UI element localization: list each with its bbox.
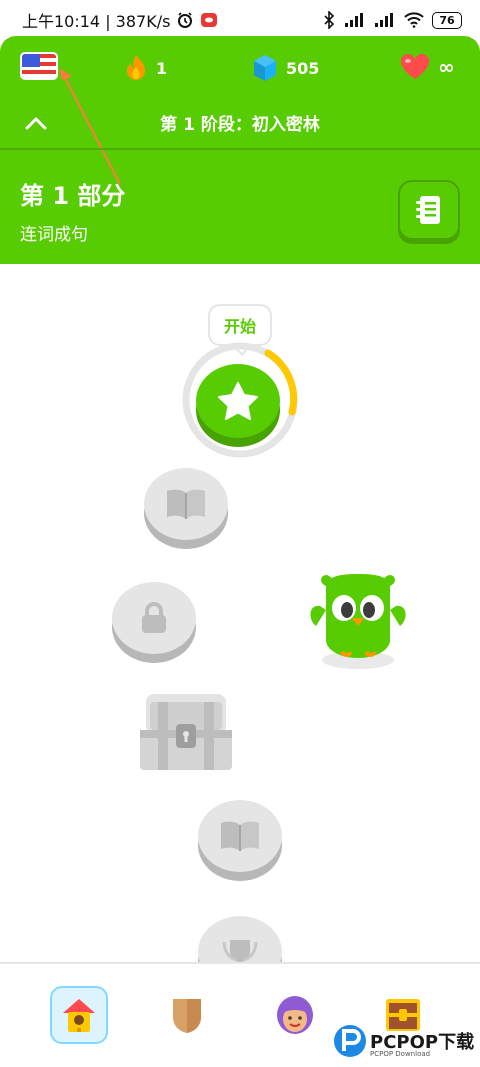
us-flag-icon[interactable] <box>20 52 58 80</box>
unit-banner: 第 1 部分 连词成句 <box>0 152 480 264</box>
alarm-icon <box>178 12 193 28</box>
hearts-value: ∞ <box>438 55 455 79</box>
heart-icon <box>400 54 430 79</box>
unit-title: 第 1 部分 <box>20 182 126 210</box>
course-header: 1 505 ∞ 第 1 阶段：初入密林 第 1 部分 连词成句 <box>0 36 480 264</box>
star-icon <box>218 382 258 420</box>
unit-subtitle: 连词成句 <box>20 225 88 245</box>
signal-icon-2 <box>375 13 393 27</box>
wifi-icon <box>404 12 424 28</box>
app-screen: 上午10:14 | 387K/s 76 1 505 ∞ 第 1 阶段：初入密林 … <box>0 0 480 1067</box>
notebook-icon <box>416 196 440 224</box>
lock-icon <box>142 602 166 633</box>
signal-icon <box>345 13 363 27</box>
section-bar[interactable]: 第 1 阶段：初入密林 <box>0 96 480 150</box>
section-title: 第 1 阶段：初入密林 <box>160 114 320 135</box>
status-right: 76 <box>322 11 462 29</box>
bluetooth-icon <box>324 11 335 29</box>
lesson-node-book-2[interactable] <box>198 800 282 872</box>
duo-owl-mascot <box>310 574 406 669</box>
tab-profile[interactable] <box>266 986 324 1044</box>
lesson-node-book-1[interactable] <box>144 468 228 540</box>
book-icon <box>221 821 259 851</box>
streak-stat[interactable]: 1 <box>124 54 167 82</box>
status-left: 上午10:14 | 387K/s <box>22 8 322 32</box>
gems-count: 505 <box>286 58 320 78</box>
tab-home[interactable] <box>50 986 108 1044</box>
hearts-stat[interactable]: ∞ <box>400 54 455 80</box>
chevron-up-icon[interactable] <box>22 110 50 138</box>
status-time-speed: 上午10:14 | 387K/s <box>22 12 171 31</box>
learning-path: 开始 <box>0 264 480 988</box>
battery-indicator: 76 <box>432 11 462 29</box>
gems-stat[interactable]: 505 <box>252 54 319 82</box>
guidebook-button[interactable] <box>398 180 460 240</box>
shield-icon <box>173 999 201 1033</box>
book-icon <box>167 489 205 519</box>
status-bar: 上午10:14 | 387K/s 76 <box>0 0 480 40</box>
streak-count: 1 <box>156 58 168 78</box>
stats-bar: 1 505 ∞ <box>0 36 480 185</box>
lesson-node-locked[interactable] <box>112 582 196 654</box>
watermark-small: PCPOP Download <box>370 1050 431 1058</box>
home-icon <box>63 999 95 1032</box>
gem-icon <box>254 55 276 81</box>
tab-leagues[interactable] <box>158 986 216 1044</box>
lesson-node-start[interactable] <box>196 364 280 438</box>
chest-icon[interactable] <box>136 690 236 774</box>
profile-icon <box>277 996 313 1034</box>
app-notification-icon <box>201 13 218 27</box>
